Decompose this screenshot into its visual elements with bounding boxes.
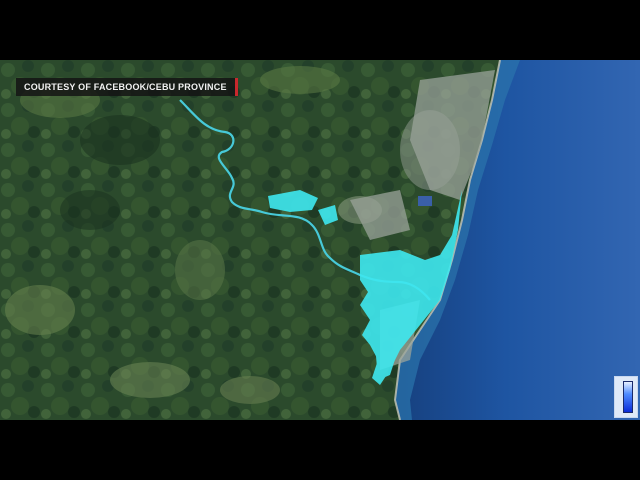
flood-depth-colorbar-icon (623, 381, 633, 413)
reservoir (418, 196, 432, 206)
letterbox-bottom (0, 420, 640, 480)
map-canvas (0, 60, 640, 420)
satellite-flood-map (0, 60, 640, 420)
flood-depth-legend (614, 376, 638, 418)
credit-label: COURTESY OF FACEBOOK/CEBU PROVINCE (16, 78, 238, 96)
letterbox-top (0, 0, 640, 60)
